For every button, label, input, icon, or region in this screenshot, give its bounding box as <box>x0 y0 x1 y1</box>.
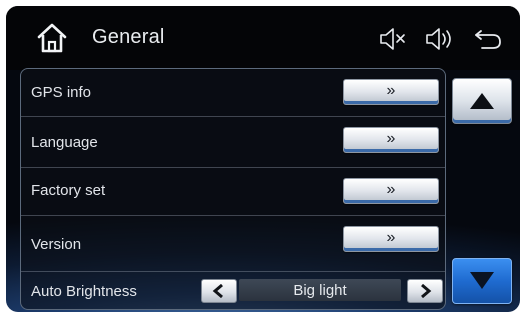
double-chevron-right-icon: » <box>386 180 396 198</box>
language-button[interactable]: » <box>343 127 439 153</box>
triangle-down-icon <box>470 272 494 289</box>
brightness-value: Big light <box>239 279 401 301</box>
home-icon[interactable] <box>34 20 70 56</box>
back-icon[interactable] <box>472 24 504 54</box>
version-button[interactable]: » <box>343 226 439 252</box>
row-label: GPS info <box>31 84 92 101</box>
row-label: Version <box>31 236 82 253</box>
brightness-next-button[interactable] <box>407 279 443 303</box>
double-chevron-right-icon: » <box>386 228 396 246</box>
header-bar: General <box>6 6 520 70</box>
chevron-left-icon <box>212 284 223 298</box>
list-item-version[interactable]: Version » <box>21 216 445 272</box>
triangle-up-icon <box>470 93 494 109</box>
row-label: Language <box>31 134 98 151</box>
double-chevron-right-icon: » <box>386 81 396 99</box>
mute-icon[interactable] <box>378 24 408 54</box>
scroll-down-button[interactable] <box>452 258 512 304</box>
row-label: Auto Brightness <box>31 283 137 300</box>
gps-info-button[interactable]: » <box>343 79 439 105</box>
brightness-prev-button[interactable] <box>201 279 237 303</box>
double-chevron-right-icon: » <box>386 129 396 147</box>
volume-icon[interactable] <box>424 24 458 54</box>
settings-list: GPS info » Language » Factory set » Vers… <box>20 68 446 310</box>
row-label: Factory set <box>31 182 106 199</box>
settings-screen: General GPS info » Language » Factory se… <box>6 6 520 312</box>
list-item-auto-brightness: Auto Brightness Big light <box>21 272 445 309</box>
list-item-factory-set[interactable]: Factory set » <box>21 168 445 216</box>
page-title: General <box>92 26 165 48</box>
list-item-language[interactable]: Language » <box>21 117 445 168</box>
scroll-up-button[interactable] <box>452 78 512 124</box>
chevron-right-icon <box>421 284 432 298</box>
factory-set-button[interactable]: » <box>343 178 439 204</box>
list-item-gps-info[interactable]: GPS info » <box>21 69 445 117</box>
